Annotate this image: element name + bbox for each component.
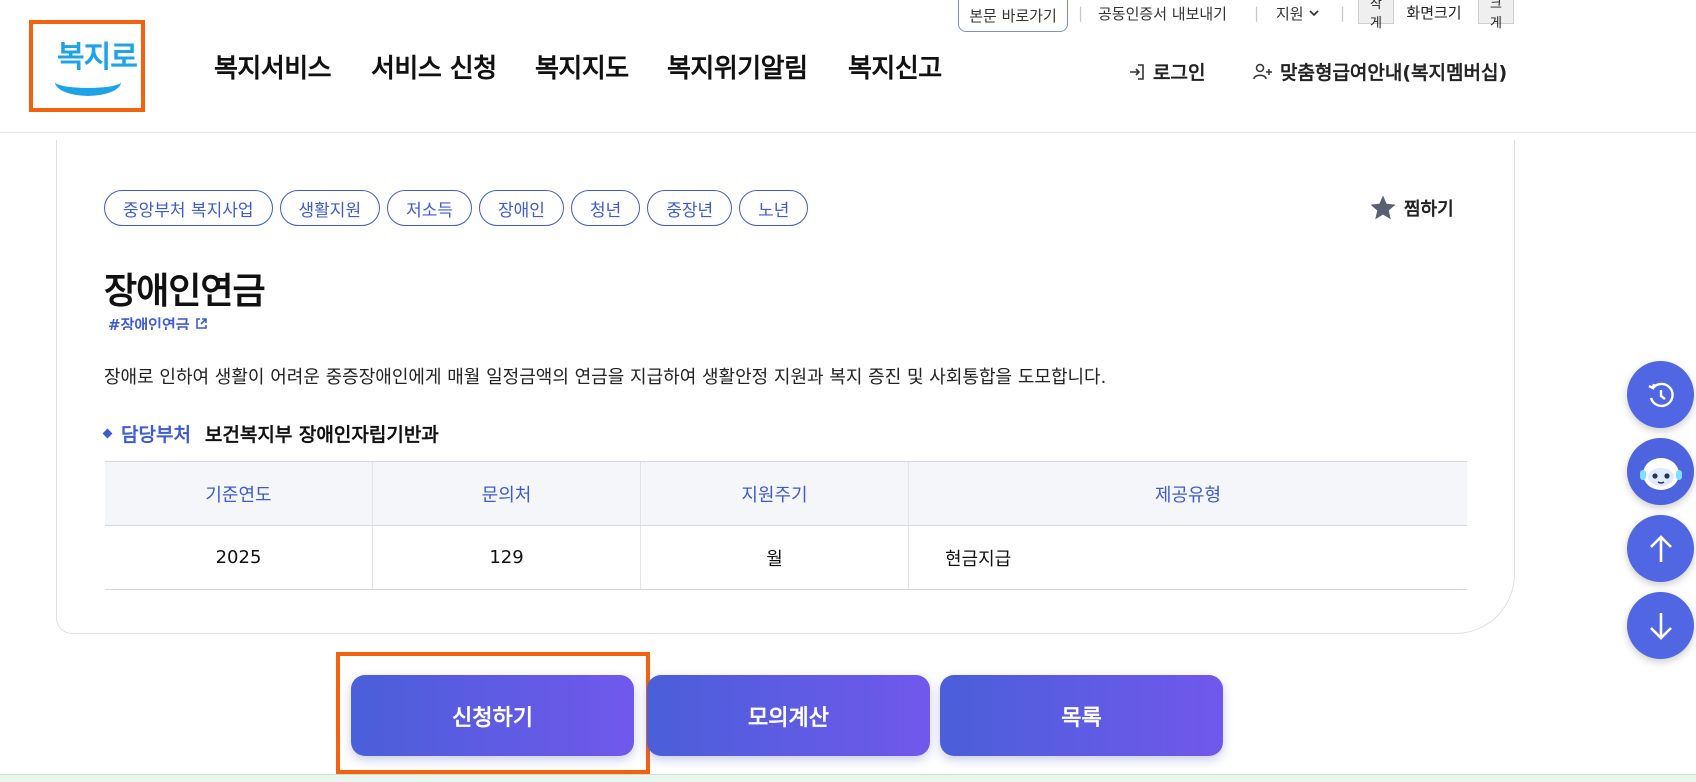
user-add-icon [1253,63,1272,79]
hashtag-text: #장애인연금 [108,316,190,330]
recent-history-button[interactable] [1627,361,1694,428]
table-cell-contact: 129 [372,525,641,590]
table-row: 2025 129 월 현금지급 [105,525,1467,590]
hashtag-link[interactable]: #장애인연금 [108,314,208,330]
column-header: 문의처 [372,461,641,526]
membership-link[interactable]: 맞춤형급여안내(복지멤버십) [1252,58,1507,85]
nav-welfare-report[interactable]: 복지신고 [848,48,942,85]
table-cell-support-cycle: 월 [640,525,909,590]
site-header: 복지로 본문 바로가기 | 공동인증서 내보내기 | 지원 | 작게 화면크기 … [0,0,1696,133]
table-header-row: 기준연도 문의처 지원주기 제공유형 [105,461,1467,526]
chatbot-button[interactable] [1627,438,1694,505]
column-header: 제공유형 [908,461,1467,526]
logo: 복지로 [33,24,141,108]
cert-export-link[interactable]: 공동인증서 내보내기 [1098,0,1227,26]
scroll-top-button[interactable] [1627,515,1694,582]
table-cell-base-year: 2025 [105,525,373,590]
tag-disabled[interactable]: 장애인 [479,190,564,226]
font-small-button[interactable]: 작게 [1358,0,1394,30]
tag-youth[interactable]: 청년 [570,190,641,226]
tag-middle-aged[interactable]: 중장년 [647,190,733,226]
tag-low-income[interactable]: 저소득 [387,190,473,226]
service-title: 장애인연금 [104,271,266,312]
arrow-down-icon [1649,612,1672,640]
bullet-icon [102,428,113,439]
nav-welfare-services[interactable]: 복지서비스 [214,48,332,85]
column-header: 지원주기 [640,461,909,526]
favorite-label: 찜하기 [1404,199,1454,220]
chatbot-icon [1639,457,1682,490]
table-cell-provision-type: 현금지급 [908,525,1467,590]
history-icon [1647,382,1674,407]
membership-label: 맞춤형급여안내(복지멤버십) [1280,62,1508,84]
department-label: 담당부처 [102,420,191,447]
chevron-down-icon [1309,10,1319,17]
utility-divider: | [1254,4,1260,22]
nav-service-application[interactable]: 서비스 신청 [371,48,497,85]
logo-link[interactable]: 복지로 [29,20,145,112]
list-button[interactable]: 목록 [940,675,1223,756]
department-label-text: 담당부처 [121,424,191,446]
support-label: 지원 [1276,4,1304,23]
font-large-button[interactable]: 크게 [1478,0,1514,30]
arrow-up-icon [1649,534,1672,562]
logo-smile-icon [55,68,121,96]
tag-living-support[interactable]: 생활지원 [279,190,381,226]
skip-to-content-link[interactable]: 본문 바로가기 [958,0,1068,32]
simulate-button[interactable]: 모의계산 [647,675,930,756]
login-link[interactable]: 로그인 [1127,58,1205,85]
service-description: 장애로 인하여 생활이 어려운 중증장애인에게 매월 일정금액의 연금을 지급하… [104,367,1107,388]
support-dropdown[interactable]: 지원 [1276,0,1320,26]
nav-welfare-crisis-alert[interactable]: 복지위기알림 [667,48,808,85]
favorite-button[interactable]: 찜하기 [1368,190,1454,226]
external-link-icon [196,318,207,329]
nav-welfare-map[interactable]: 복지지도 [535,48,629,85]
apply-button[interactable]: 신청하기 [351,675,634,756]
tag-central-welfare[interactable]: 중앙부처 복지사업 [104,190,273,226]
font-size-label: 화면크기 [1406,3,1462,22]
column-header: 기준연도 [105,461,373,526]
login-icon [1130,63,1144,80]
utility-divider: | [1340,4,1346,22]
department-row: 담당부처 보건복지부 장애인자립기반과 [102,420,439,447]
login-label: 로그인 [1153,62,1206,84]
tag-elderly[interactable]: 노년 [739,190,809,226]
star-icon [1370,195,1396,220]
department-value: 보건복지부 장애인자립기반과 [204,424,439,446]
utility-divider: | [1078,4,1084,22]
scroll-bottom-button[interactable] [1627,592,1694,659]
category-tags: 중앙부처 복지사업 생활지원 저소득 장애인 청년 중장년 노년 [104,190,809,228]
service-info-table: 기준연도 문의처 지원주기 제공유형 2025 129 월 현금지급 [105,461,1467,590]
